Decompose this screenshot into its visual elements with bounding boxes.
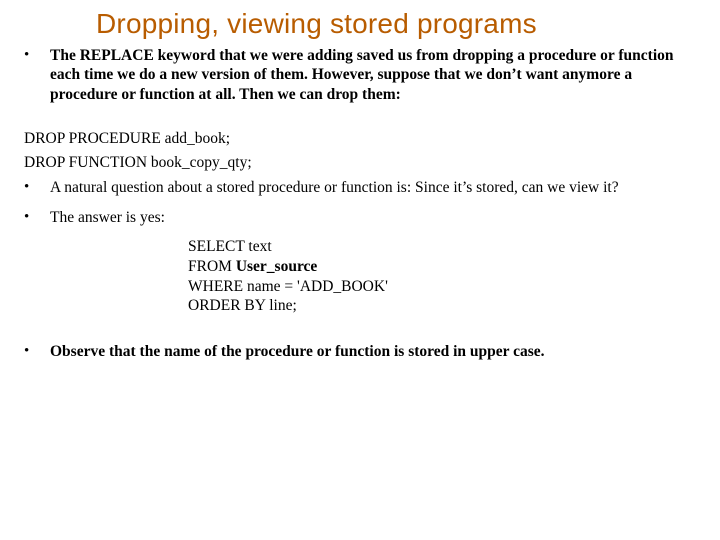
code-block-select: SELECT text FROM User_source WHERE name … — [188, 237, 696, 316]
bullet-list-2: A natural question about a stored proced… — [24, 178, 696, 227]
paragraph-text: The REPLACE keyword that we were adding … — [50, 47, 674, 103]
bullet-list-1: The REPLACE keyword that we were adding … — [24, 46, 696, 104]
slide: Dropping, viewing stored programs The RE… — [0, 0, 720, 540]
page-title: Dropping, viewing stored programs — [96, 8, 696, 40]
code-line-drop-procedure: DROP PROCEDURE add_book; — [24, 130, 696, 148]
list-item: Observe that the name of the procedure o… — [24, 342, 696, 361]
code-text: FROM — [188, 258, 236, 275]
list-item: The answer is yes: — [24, 208, 696, 227]
list-item: A natural question about a stored proced… — [24, 178, 696, 197]
list-item: The REPLACE keyword that we were adding … — [24, 46, 696, 104]
code-line: WHERE name = 'ADD_BOOK' — [188, 278, 388, 295]
paragraph-text: Observe that the name of the procedure o… — [50, 343, 545, 360]
code-line-from: FROM User_source — [188, 258, 317, 275]
code-text-bold: User_source — [236, 258, 318, 275]
code-line-drop-function: DROP FUNCTION book_copy_qty; — [24, 154, 696, 172]
code-line: ORDER BY line; — [188, 297, 297, 314]
bullet-list-3: Observe that the name of the procedure o… — [24, 342, 696, 361]
code-line: SELECT text — [188, 238, 272, 255]
